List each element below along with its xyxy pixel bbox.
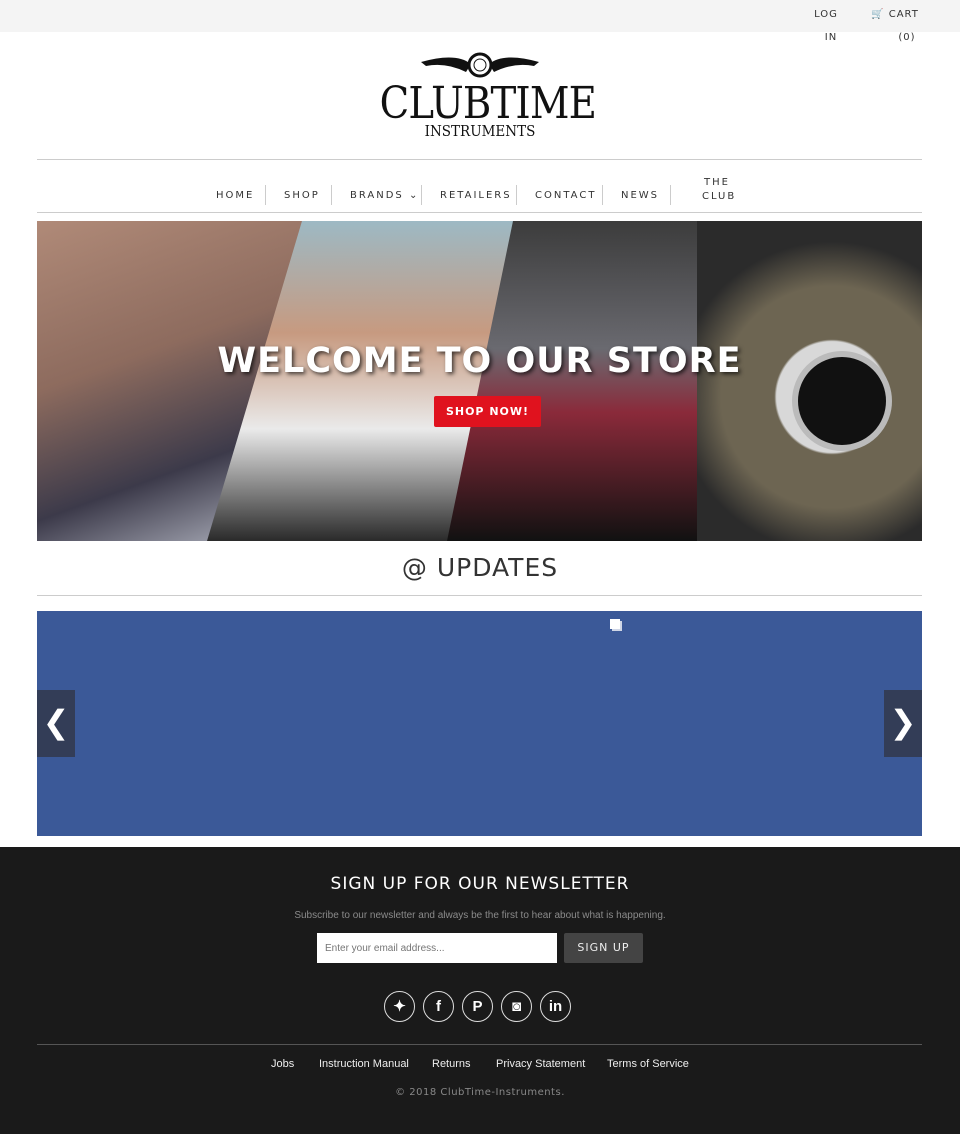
nav-separator — [265, 185, 266, 205]
newsletter-subtitle: Subscribe to our newsletter and always b… — [294, 910, 666, 921]
logo-subtitle: INSTRUMENTS — [424, 122, 536, 140]
login-label-line2[interactable]: IN — [815, 26, 847, 49]
nav-news[interactable]: NEWS — [621, 189, 659, 203]
twitter-icon[interactable]: ✦ — [384, 991, 415, 1022]
nav-shop[interactable]: SHOP — [284, 189, 320, 203]
nav-the-club[interactable]: THE CLUB — [702, 176, 734, 204]
cart-label: CART — [888, 9, 919, 20]
social-feed-carousel: ❮ ❯ — [37, 611, 922, 836]
footer: SIGN UP FOR OUR NEWSLETTER Subscribe to … — [0, 847, 960, 1134]
footer-link-returns[interactable]: Returns — [432, 1058, 471, 1070]
footer-link-instruction-manual[interactable]: Instruction Manual — [319, 1058, 409, 1070]
nav-separator — [602, 185, 603, 205]
instagram-icon[interactable]: ◙ — [501, 991, 532, 1022]
cart-count[interactable]: (0) — [890, 26, 924, 49]
divider — [37, 159, 922, 160]
footer-link-privacy[interactable]: Privacy Statement — [496, 1058, 585, 1070]
nav-separator — [421, 185, 422, 205]
logo[interactable]: CLUBTIME INSTRUMENTS — [366, 50, 597, 142]
facebook-icon[interactable]: f — [423, 991, 454, 1022]
main-nav: HOME SHOP BRANDS ⌄ RETAILERS CONTACT NEW… — [200, 172, 760, 212]
email-input[interactable] — [317, 933, 557, 963]
nav-brands[interactable]: BRANDS ⌄ — [350, 189, 419, 203]
linkedin-icon[interactable]: in — [540, 991, 571, 1022]
nav-separator — [670, 185, 671, 205]
nav-home[interactable]: HOME — [216, 189, 254, 203]
footer-link-jobs[interactable]: Jobs — [271, 1058, 294, 1070]
nav-the-club-line2: CLUB — [702, 191, 737, 202]
nav-contact[interactable]: CONTACT — [535, 189, 596, 203]
login-label: LOG — [814, 9, 838, 20]
copyright: © 2018 ClubTime-Instruments. — [395, 1087, 565, 1098]
hero-title: WELCOME TO OUR STORE — [217, 341, 742, 381]
newsletter-title: SIGN UP FOR OUR NEWSLETTER — [330, 874, 630, 894]
cart-icon: 🛒 — [871, 9, 885, 20]
nav-separator — [331, 185, 332, 205]
hero-banner: WELCOME TO OUR STORE SHOP NOW! — [37, 221, 922, 541]
shop-now-button[interactable]: SHOP NOW! — [434, 396, 541, 427]
login-link[interactable]: LOG — [810, 3, 842, 26]
updates-heading: @ UPDATES — [401, 553, 559, 582]
cart-link[interactable]: 🛒 CART — [870, 3, 920, 26]
nav-retailers[interactable]: RETAILERS — [440, 189, 512, 203]
nav-the-club-line1: THE — [704, 177, 730, 188]
sign-up-button[interactable]: SIGN UP — [564, 933, 643, 963]
footer-link-terms[interactable]: Terms of Service — [607, 1058, 689, 1070]
gallery-icon — [610, 619, 620, 629]
divider — [37, 212, 922, 213]
footer-divider — [37, 1044, 922, 1045]
divider — [37, 595, 922, 596]
carousel-prev-button[interactable]: ❮ — [37, 690, 75, 757]
logo-title: CLUBTIME — [379, 78, 597, 129]
nav-separator — [516, 185, 517, 205]
pinterest-icon[interactable]: P — [462, 991, 493, 1022]
carousel-next-button[interactable]: ❯ — [884, 690, 922, 757]
